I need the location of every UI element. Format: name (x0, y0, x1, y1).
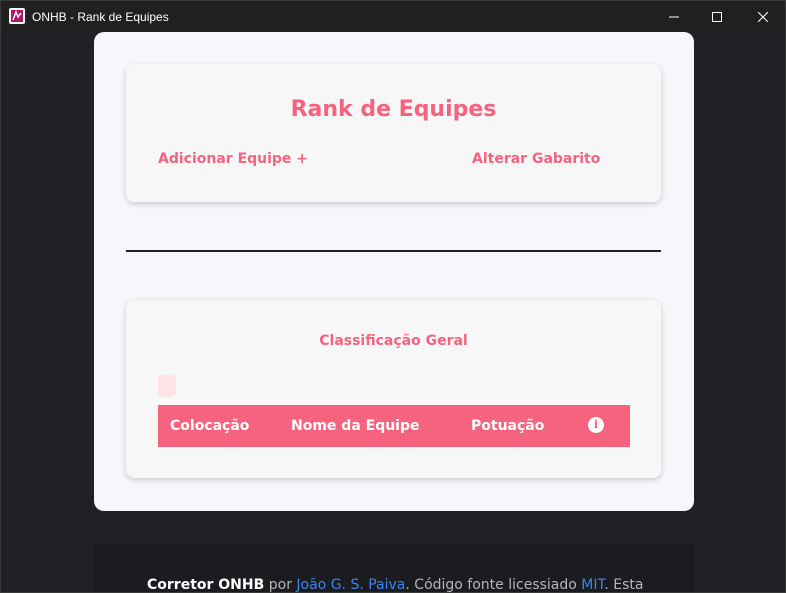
footer-license-text: . Código fonte licessiado (405, 577, 582, 593)
column-header-placement[interactable]: Colocação (170, 417, 249, 435)
main-card: Rank de Equipes Adicionar Equipe + Alter… (94, 32, 694, 511)
author-link[interactable]: João G. S. Paiva (296, 577, 405, 592)
close-icon (758, 11, 768, 22)
column-header-score[interactable]: Potuação (471, 417, 544, 435)
section-title: Classificação Geral (319, 333, 468, 349)
add-team-button[interactable]: Adicionar Equipe + (158, 151, 308, 167)
change-answer-key-button[interactable]: Alterar Gabarito (472, 151, 600, 167)
maximize-button[interactable] (694, 1, 740, 32)
info-icon[interactable]: i (588, 417, 604, 433)
minimize-button[interactable] (651, 1, 697, 32)
footer-trailing-text: . Esta (604, 577, 644, 593)
divider (126, 250, 661, 252)
maximize-icon (712, 11, 722, 22)
ranking-panel: Classificação Geral Colocação Nome da Eq… (126, 300, 661, 478)
page-content: Rank de Equipes Adicionar Equipe + Alter… (1, 32, 785, 592)
window-title: ONHB - Rank de Equipes (32, 10, 169, 24)
close-button[interactable] (740, 1, 785, 32)
footer: Corretor ONHB por João G. S. Paiva. Códi… (94, 543, 694, 593)
page-title: Rank de Equipes (290, 97, 497, 122)
title-bar[interactable]: ONHB - Rank de Equipes (1, 1, 785, 32)
ranking-table-header: Colocação Nome da Equipe Potuação i (158, 405, 630, 447)
header-panel: Rank de Equipes Adicionar Equipe + Alter… (126, 64, 661, 202)
app-icon (9, 8, 25, 24)
footer-text: Corretor ONHB por João G. S. Paiva. Códi… (147, 577, 644, 593)
app-window: ONHB - Rank de Equipes Rank de Equipes A… (0, 0, 786, 593)
column-header-team-name[interactable]: Nome da Equipe (291, 417, 420, 435)
small-toggle[interactable] (158, 375, 176, 397)
license-link[interactable]: MIT (581, 577, 604, 592)
minimize-icon (669, 16, 679, 17)
footer-app-name: Corretor ONHB (147, 577, 265, 593)
footer-by: por (264, 577, 297, 593)
